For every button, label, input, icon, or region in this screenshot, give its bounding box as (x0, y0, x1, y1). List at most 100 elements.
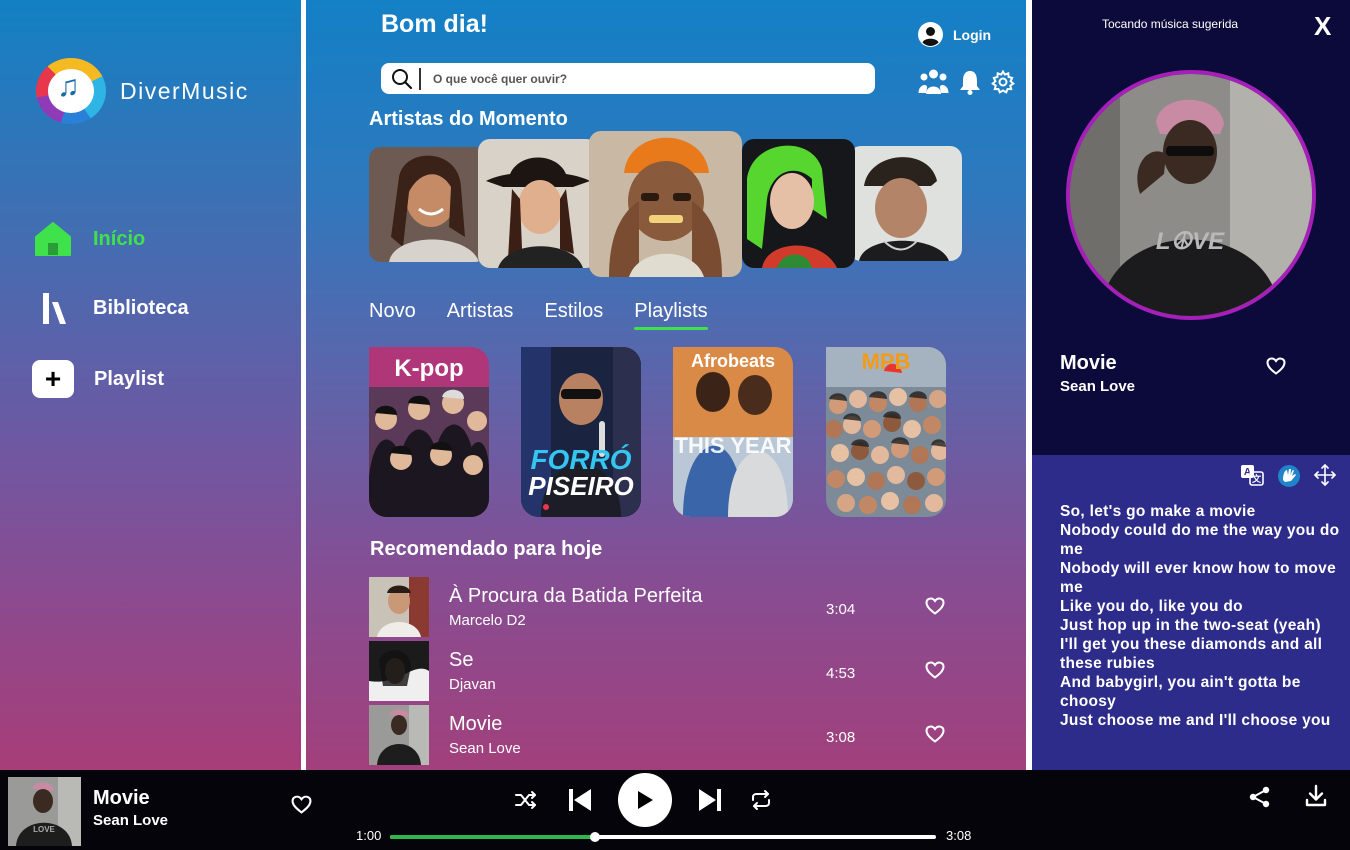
lyric-line: Nobody could do me the way you do me (1060, 522, 1340, 558)
app-logo[interactable]: ♫ DiverMusic (36, 58, 249, 124)
lyric-line: I'll get you these diamonds and all thes… (1060, 636, 1323, 672)
now-playing-title: Movie (1060, 352, 1117, 374)
lyric-line: Just choose me and I'll choose you (1060, 712, 1331, 729)
svg-text:LOVE: LOVE (33, 825, 55, 834)
previous-icon (569, 789, 591, 811)
table-row[interactable]: À Procura da Batida Perfeita Marcelo D2 … (369, 577, 959, 637)
heart-icon[interactable] (925, 725, 945, 743)
artist-card[interactable] (849, 146, 962, 261)
artists-section-title: Artistas do Momento (369, 108, 568, 130)
shuffle-button[interactable] (514, 790, 538, 810)
repeat-button[interactable] (750, 790, 772, 810)
song-title: Movie (449, 713, 503, 735)
table-row[interactable]: Se Djavan 4:53 (369, 641, 959, 701)
search-input[interactable] (433, 71, 833, 86)
song-cover (369, 705, 429, 765)
svg-text:PISEIRO: PISEIRO (528, 471, 633, 501)
progress-handle[interactable] (589, 832, 600, 842)
bell-icon[interactable] (959, 69, 981, 95)
previous-button[interactable] (568, 788, 592, 812)
song-duration: 3:04 (826, 601, 856, 618)
sidebar: ♫ DiverMusic Início Biblioteca + Playlis… (0, 0, 301, 770)
playlist-title: MPB (861, 349, 911, 374)
lyric-line: Like you do, like you do (1060, 598, 1243, 615)
search-divider (419, 67, 421, 90)
player-title: Movie (93, 787, 150, 809)
close-button[interactable]: X (1314, 11, 1331, 42)
playlist-card-kpop[interactable]: K-pop (369, 347, 489, 517)
lyric-line: Nobody will ever know how to move me (1060, 560, 1337, 596)
playlist-title: K-pop (394, 355, 464, 382)
heart-icon[interactable] (925, 597, 945, 615)
logo-icon: ♫ (36, 58, 106, 124)
player-artist: Sean Love (93, 812, 169, 829)
current-time: 1:00 (356, 828, 382, 843)
song-duration: 4:53 (826, 665, 856, 682)
page-title: Bom dia! (381, 10, 488, 38)
lyrics-text: So, let's go make a movie Nobody could d… (1060, 502, 1340, 730)
settings-icon[interactable] (991, 70, 1015, 94)
sign-language-icon[interactable] (1277, 464, 1301, 488)
plus-icon: + (32, 360, 74, 398)
playlist-card-mpb[interactable]: MPB (826, 347, 946, 517)
total-time: 3:08 (946, 828, 972, 843)
svg-text:L☮VE: L☮VE (1156, 228, 1225, 255)
artist-card[interactable] (742, 139, 855, 268)
artist-card[interactable] (589, 131, 742, 277)
heart-icon[interactable] (291, 795, 312, 814)
sidebar-item-inicio[interactable]: Início (32, 220, 145, 258)
search-bar[interactable] (381, 63, 875, 94)
song-title: Se (449, 649, 474, 671)
translate-icon[interactable]: A文 (1240, 464, 1264, 486)
sidebar-item-label: Início (93, 227, 146, 250)
play-icon (638, 791, 653, 809)
table-row[interactable]: Movie Sean Love 3:08 (369, 705, 959, 765)
lyric-line: And babygirl, you ain't gotta be choosy (1060, 674, 1301, 710)
player-bar: LOVE Movie Sean Love 1:00 3:08 (0, 770, 1350, 850)
player-cover: LOVE (8, 777, 81, 846)
next-button[interactable] (698, 788, 722, 812)
playback-controls (514, 773, 772, 827)
header-actions (918, 68, 1015, 96)
play-button[interactable] (618, 773, 672, 827)
progress-bar[interactable] (390, 832, 936, 842)
svg-text:文: 文 (1251, 473, 1262, 484)
move-icon[interactable] (1314, 464, 1336, 486)
artists-carousel (369, 131, 969, 279)
song-artist: Sean Love (449, 740, 521, 757)
community-icon[interactable] (918, 68, 949, 96)
download-icon[interactable] (1305, 784, 1327, 808)
song-artist: Djavan (449, 676, 496, 693)
tab-novo[interactable]: Novo (369, 300, 416, 323)
tab-artistas[interactable]: Artistas (447, 300, 514, 323)
song-title: À Procura da Batida Perfeita (449, 585, 703, 607)
shuffle-icon (515, 791, 536, 809)
search-icon (392, 68, 413, 89)
song-artist: Marcelo D2 (449, 612, 526, 629)
song-duration: 3:08 (826, 729, 856, 746)
sidebar-item-playlist[interactable]: + Playlist (32, 360, 164, 398)
share-icon[interactable] (1249, 786, 1271, 808)
sidebar-item-label: Biblioteca (93, 296, 189, 319)
artist-card[interactable] (478, 139, 598, 268)
playlist-card-afrobeats[interactable]: THIS YEAR Afrobeats (673, 347, 793, 517)
sidebar-item-biblioteca[interactable]: Biblioteca (32, 289, 189, 327)
svg-text:THIS YEAR: THIS YEAR (675, 433, 792, 458)
artist-card[interactable] (369, 147, 487, 262)
lyrics-panel: A文 So, let's go make a movie Nobody coul… (1032, 455, 1350, 770)
heart-icon[interactable] (1266, 357, 1286, 375)
playlist-title: Afrobeats (690, 351, 775, 371)
album-cover: L☮VE (1066, 70, 1316, 320)
playlist-card-forro[interactable]: FORRÓ PISEIRO (521, 347, 641, 517)
next-icon (699, 789, 721, 811)
login-button[interactable]: Login (918, 22, 991, 47)
tab-playlists[interactable]: Playlists (634, 300, 709, 330)
heart-icon[interactable] (925, 661, 945, 679)
tab-estilos[interactable]: Estilos (544, 300, 603, 323)
repeat-icon (752, 790, 770, 810)
recommended-section-title: Recomendado para hoje (370, 538, 603, 560)
main-content: Bom dia! Login Artistas do Momento No (306, 0, 1026, 770)
lyric-line: Just hop up in the two-seat (yeah) (1060, 617, 1321, 634)
now-playing-artist: Sean Love (1060, 378, 1136, 395)
progress-fill (390, 835, 595, 839)
